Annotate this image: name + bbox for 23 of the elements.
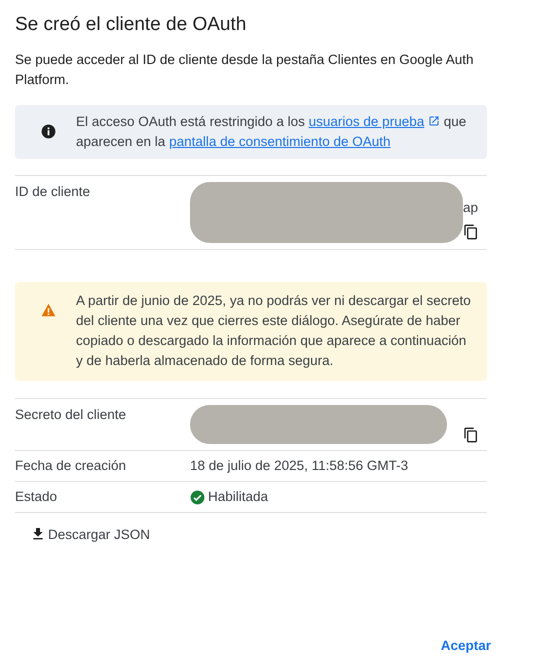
copy-icon — [463, 427, 479, 443]
copy-button[interactable] — [463, 427, 479, 443]
check-circle-icon — [190, 490, 205, 504]
external-link-icon — [428, 115, 440, 127]
dialog-title: Se creó el cliente de OAuth — [15, 14, 248, 36]
accept-button[interactable]: Aceptar — [440, 634, 491, 657]
copy-icon — [463, 224, 479, 240]
info-text: El acceso OAuth está restringido a los usuarios de prueba que aparecen en la pantalla de consentimiento de OAuth — [76, 113, 468, 151]
row-label: Secreto del cliente — [15, 406, 128, 424]
row-label: ID de cliente — [15, 183, 92, 201]
status-text: Habilitada — [208, 488, 268, 506]
copy-button[interactable] — [463, 224, 479, 240]
row-label: Fecha de creación — [15, 457, 128, 475]
download-json-button[interactable]: Descargar JSON — [28, 522, 152, 546]
client-id-fragment: ap — [463, 199, 478, 217]
row-label: Estado — [15, 488, 58, 506]
consent-screen-link[interactable]: pantalla de consentimiento de OAuth — [169, 134, 390, 149]
info-icon — [41, 124, 56, 139]
warning-icon — [41, 303, 56, 317]
test-users-link[interactable]: usuarios de prueba — [308, 114, 424, 129]
warning-text: A partir de junio de 2025, ya no podrás ver ni descargar el secreto del cliente una vez que cierres este diálogo. Asegúrate de haber copiado o descargado la información que aparece a continuación y de haberla almacenado de forma segura. — [76, 292, 471, 370]
row-value: 18 de julio de 2025, 11:58:56 GMT-3 — [190, 457, 410, 475]
dialog-description: Se puede acceder al ID de cliente desde la pestaña Clientes en Google Auth Platform. — [15, 51, 475, 89]
